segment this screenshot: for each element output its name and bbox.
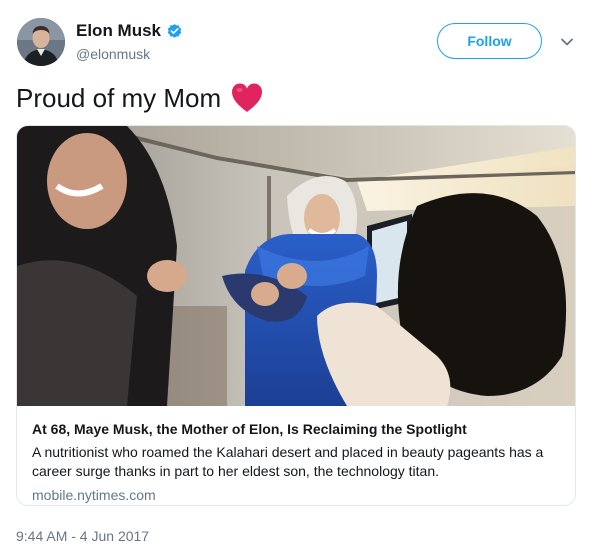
avatar-image [17, 18, 65, 66]
link-card[interactable]: At 68, Maye Musk, the Mother of Elon, Is… [16, 125, 576, 506]
heart-icon [230, 82, 264, 114]
card-domain: mobile.nytimes.com [32, 487, 156, 503]
verified-badge-icon [166, 23, 183, 40]
follow-button[interactable]: Follow [437, 23, 542, 59]
tweet-text-content: Proud of my Mom [16, 82, 222, 113]
more-options-chevron-down-icon[interactable] [558, 33, 576, 51]
card-description: A nutritionist who roamed the Kalahari d… [32, 444, 544, 479]
tweet-timestamp[interactable]: 9:44 AM - 4 Jun 2017 [16, 528, 149, 544]
card-title: At 68, Maye Musk, the Mother of Elon, Is… [32, 421, 467, 437]
card-body: At 68, Maye Musk, the Mother of Elon, Is… [17, 406, 575, 504]
card-photo [17, 126, 575, 406]
avatar[interactable] [17, 18, 65, 66]
tweet-text: Proud of my Mom [16, 82, 264, 114]
author-name-row: Elon Musk [76, 21, 183, 41]
user-handle[interactable]: @elonmusk [76, 46, 150, 62]
tweet: Elon Musk @elonmusk Follow Proud of my M… [0, 0, 599, 557]
display-name[interactable]: Elon Musk [76, 21, 161, 41]
